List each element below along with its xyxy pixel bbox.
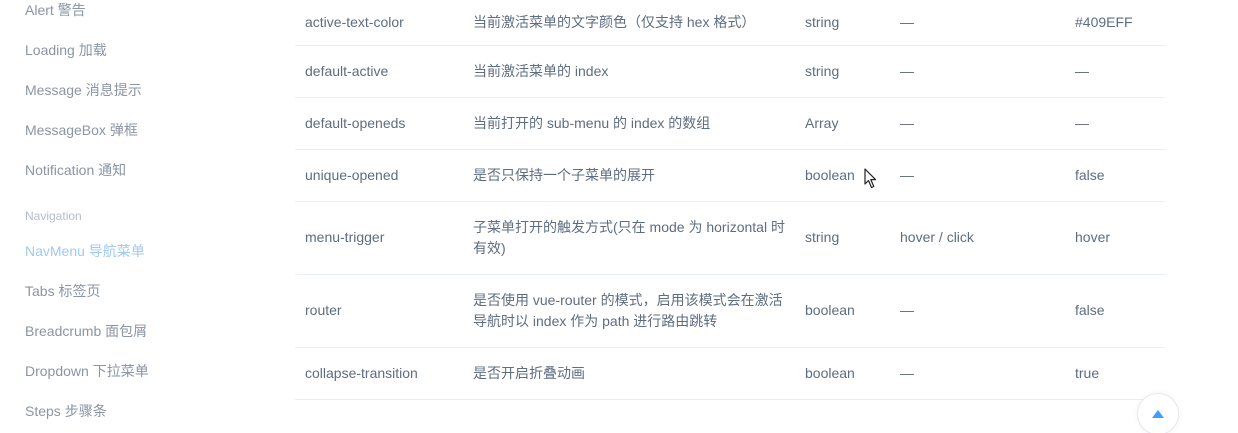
options-cell: —: [890, 274, 1065, 348]
param-name-cell: menu-trigger: [295, 201, 463, 275]
sidebar-item-tabs[interactable]: Tabs 标签页: [25, 281, 100, 301]
default-cell: —: [1065, 45, 1165, 98]
param-name-cell: router: [295, 274, 463, 348]
options-cell: —: [890, 45, 1065, 98]
default-cell: false: [1065, 274, 1165, 348]
mouse-pointer-icon: [864, 168, 877, 189]
attributes-table-container: active-text-color 当前激活菜单的文字颜色（仅支持 hex 格式…: [295, 0, 1165, 400]
default-cell: true: [1065, 347, 1165, 400]
param-name-cell: default-active: [295, 45, 463, 98]
description-cell: 当前打开的 sub-menu 的 index 的数组: [463, 97, 795, 150]
param-name-cell: unique-opened: [295, 149, 463, 202]
description-cell: 子菜单打开的触发方式(只在 mode 为 horizontal 时有效): [463, 201, 795, 275]
options-cell: —: [890, 0, 1065, 46]
table-row: collapse-transition 是否开启折叠动画 boolean — t…: [295, 347, 1165, 400]
description-cell: 当前激活菜单的 index: [463, 45, 795, 98]
default-cell: hover: [1065, 201, 1165, 275]
sidebar-item-loading[interactable]: Loading 加载: [25, 40, 107, 60]
attributes-table: active-text-color 当前激活菜单的文字颜色（仅支持 hex 格式…: [295, 0, 1165, 400]
param-name-cell: active-text-color: [295, 0, 463, 46]
table-row: default-openeds 当前打开的 sub-menu 的 index 的…: [295, 97, 1165, 150]
type-cell: boolean: [795, 347, 890, 400]
sidebar-item-breadcrumb[interactable]: Breadcrumb 面包屑: [25, 321, 147, 341]
description-cell: 是否使用 vue-router 的模式，启用该模式会在激活导航时以 index …: [463, 274, 795, 348]
type-cell: string: [795, 45, 890, 98]
type-cell: string: [795, 201, 890, 275]
table-row: menu-trigger 子菜单打开的触发方式(只在 mode 为 horizo…: [295, 201, 1165, 275]
type-cell: boolean: [795, 274, 890, 348]
type-cell: Array: [795, 97, 890, 150]
options-cell: —: [890, 97, 1065, 150]
type-cell: string: [795, 0, 890, 46]
table-row: active-text-color 当前激活菜单的文字颜色（仅支持 hex 格式…: [295, 0, 1165, 46]
description-cell: 是否只保持一个子菜单的展开: [463, 149, 795, 202]
sidebar-nav: Alert 警告 Loading 加载 Message 消息提示 Message…: [0, 0, 240, 433]
options-cell: —: [890, 347, 1065, 400]
table-row: default-active 当前激活菜单的 index string — —: [295, 45, 1165, 98]
description-cell: 是否开启折叠动画: [463, 347, 795, 400]
sidebar-item-message[interactable]: Message 消息提示: [25, 80, 142, 100]
default-cell: —: [1065, 97, 1165, 150]
docs-page: Alert 警告 Loading 加载 Message 消息提示 Message…: [0, 0, 1238, 433]
param-name-cell: default-openeds: [295, 97, 463, 150]
sidebar-item-notification[interactable]: Notification 通知: [25, 160, 126, 180]
sidebar-item-navmenu[interactable]: NavMenu 导航菜单: [25, 241, 145, 261]
caret-up-icon: [1152, 410, 1164, 418]
sidebar-item-messagebox[interactable]: MessageBox 弹框: [25, 120, 138, 140]
back-to-top-button[interactable]: [1137, 393, 1179, 433]
description-cell: 当前激活菜单的文字颜色（仅支持 hex 格式）: [463, 0, 795, 46]
sidebar-group-navigation: Navigation: [25, 209, 82, 223]
sidebar-item-dropdown[interactable]: Dropdown 下拉菜单: [25, 361, 149, 381]
options-cell: hover / click: [890, 201, 1065, 275]
options-cell: —: [890, 149, 1065, 202]
param-name-cell: collapse-transition: [295, 347, 463, 400]
sidebar-item-steps[interactable]: Steps 步骤条: [25, 401, 107, 421]
sidebar-item-alert[interactable]: Alert 警告: [25, 0, 86, 20]
default-cell: false: [1065, 149, 1165, 202]
default-cell: #409EFF: [1065, 0, 1165, 46]
table-row: router 是否使用 vue-router 的模式，启用该模式会在激活导航时以…: [295, 274, 1165, 348]
table-row: unique-opened 是否只保持一个子菜单的展开 boolean — fa…: [295, 149, 1165, 202]
